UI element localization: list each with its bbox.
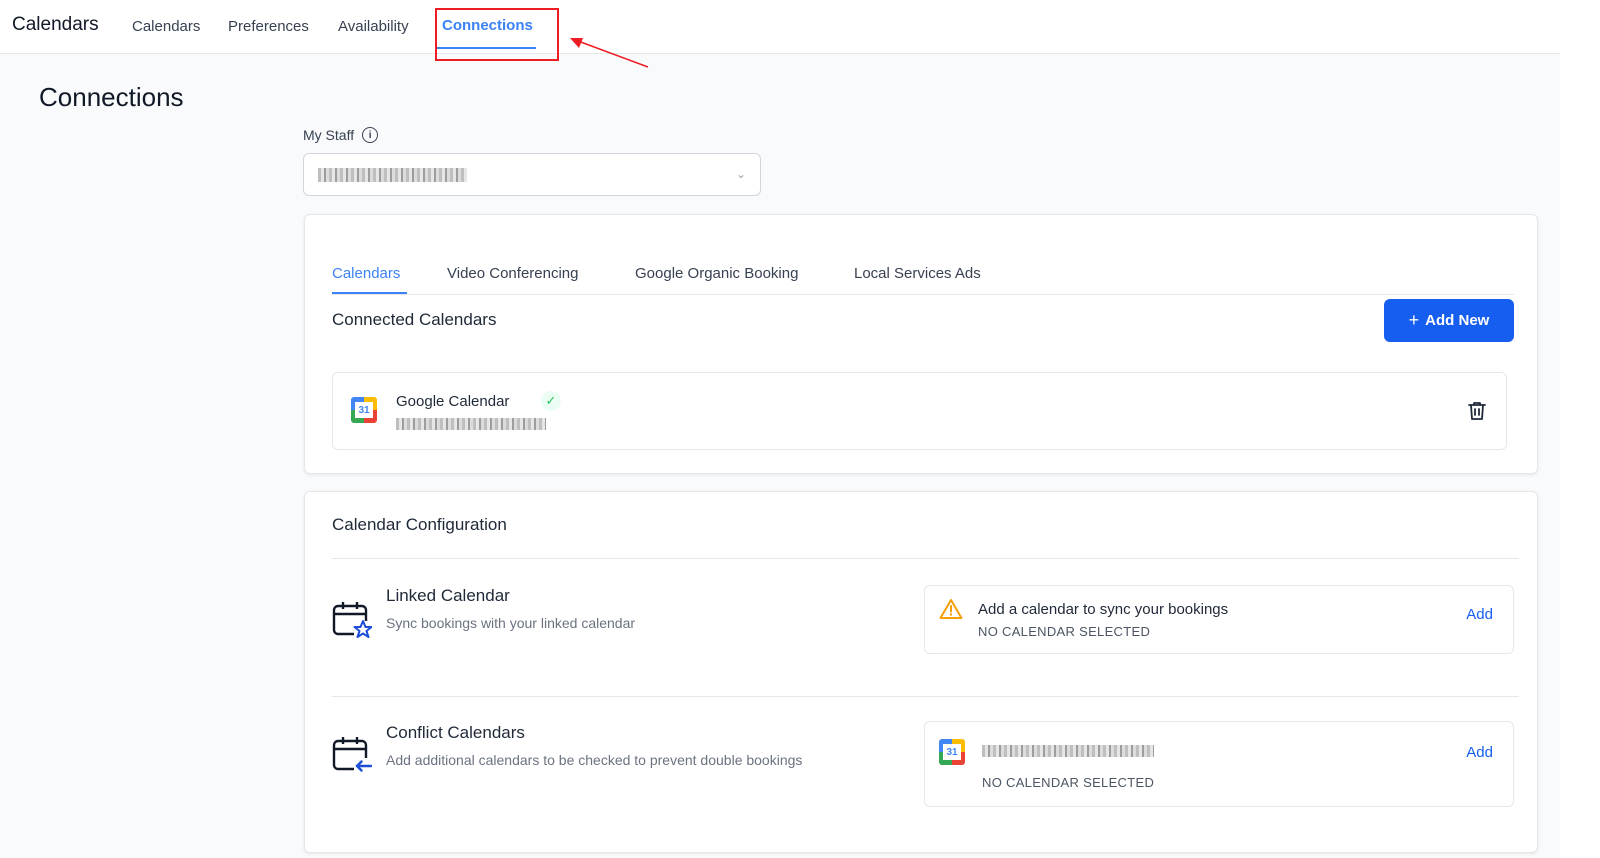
google-calendar-day: 31	[943, 744, 961, 760]
linked-calendar-add-link[interactable]: Add	[1466, 606, 1493, 623]
google-calendar-icon: 31	[351, 397, 377, 423]
subtab-active-underline	[332, 292, 407, 294]
annotation-highlight-box	[435, 8, 559, 61]
conflict-calendar-add-link[interactable]: Add	[1466, 744, 1493, 761]
redacted-account-email	[396, 418, 546, 430]
calendar-configuration-heading: Calendar Configuration	[332, 515, 507, 534]
calendar-arrow-icon	[332, 737, 372, 773]
app-title: Calendars	[12, 14, 99, 35]
connection-subtabs: Calendars Video Conferencing Google Orga…	[332, 251, 1514, 295]
linked-calendar-title: Linked Calendar	[386, 586, 510, 605]
divider	[332, 558, 1519, 559]
linked-status-message: Add a calendar to sync your bookings	[978, 601, 1229, 618]
google-calendar-icon: 31	[939, 739, 965, 765]
add-new-label: Add New	[1425, 312, 1490, 329]
redacted-staff-name	[318, 168, 467, 182]
staff-label: My Staff i	[303, 127, 379, 143]
connected-calendar-item: 31 Google Calendar ✓	[332, 372, 1507, 450]
nav-tab-calendars[interactable]: Calendars	[132, 18, 200, 35]
nav-tab-preferences[interactable]: Preferences	[228, 18, 309, 35]
annotation-arrow-icon	[570, 38, 649, 68]
conflict-calendars-description: Add additional calendars to be checked t…	[386, 752, 803, 768]
subtab-video-conferencing[interactable]: Video Conferencing	[447, 265, 578, 282]
plus-icon: +	[1408, 310, 1420, 330]
linked-calendar-description: Sync bookings with your linked calendar	[386, 615, 636, 631]
calendar-configuration-card: Calendar Configuration Linked Calendar S…	[304, 491, 1538, 853]
divider	[332, 696, 1519, 697]
conflict-calendars-title: Conflict Calendars	[386, 723, 525, 742]
check-icon: ✓	[541, 391, 561, 411]
redacted-calendar-name	[982, 745, 1154, 757]
linked-calendar-status: Add a calendar to sync your bookings NO …	[924, 585, 1514, 654]
warning-icon	[939, 599, 963, 619]
connections-card: Calendars Video Conferencing Google Orga…	[304, 214, 1538, 474]
staff-select[interactable]: ⌄	[303, 153, 761, 196]
trash-icon[interactable]	[1468, 401, 1486, 421]
app-window: Calendars Calendars Preferences Availabi…	[0, 0, 1560, 858]
linked-status-sub: NO CALENDAR SELECTED	[978, 624, 1151, 639]
top-nav: Calendars Calendars Preferences Availabi…	[0, 0, 1560, 54]
google-calendar-day: 31	[355, 402, 373, 418]
info-icon[interactable]: i	[362, 127, 379, 143]
page-title: Connections	[39, 82, 184, 112]
subtab-calendars[interactable]: Calendars	[332, 265, 400, 282]
conflict-calendar-status: 31 NO CALENDAR SELECTED Add	[924, 721, 1514, 807]
calendar-star-icon	[332, 602, 372, 638]
add-new-button[interactable]: + Add New	[1384, 299, 1514, 342]
conflict-status-sub: NO CALENDAR SELECTED	[982, 775, 1155, 790]
nav-tab-availability[interactable]: Availability	[338, 18, 409, 35]
subtab-google-organic-booking[interactable]: Google Organic Booking	[635, 265, 798, 282]
chevron-down-icon: ⌄	[735, 167, 746, 181]
connected-calendars-heading: Connected Calendars	[332, 310, 497, 329]
staff-label-text: My Staff	[303, 127, 355, 143]
subtab-local-services-ads[interactable]: Local Services Ads	[854, 265, 981, 282]
calendar-provider-name: Google Calendar	[396, 393, 510, 410]
